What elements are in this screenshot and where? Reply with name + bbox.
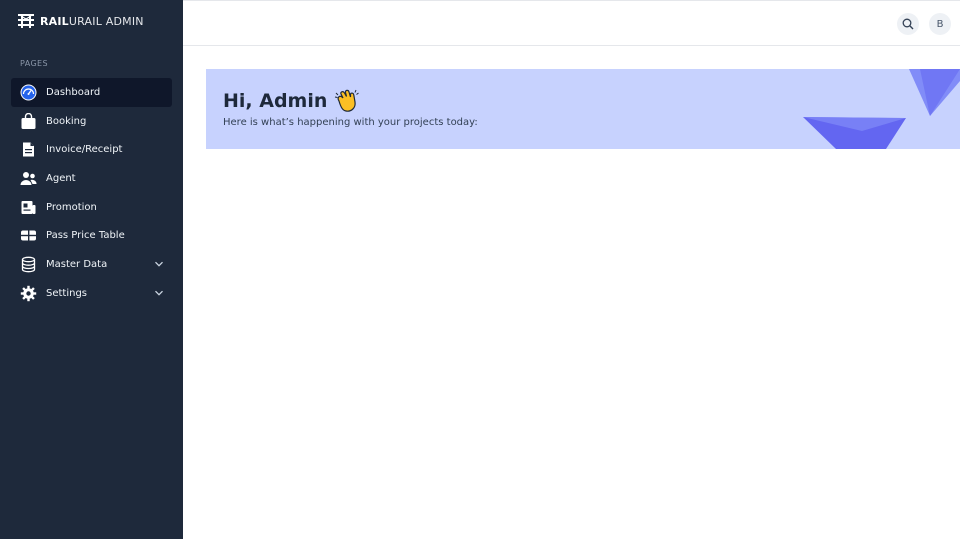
sidebar-item-label: Agent: [46, 172, 76, 184]
sidebar-item-promotion[interactable]: Promotion: [11, 193, 172, 222]
waving-hand-icon: [334, 89, 360, 113]
sidebar: RAILURAIL ADMIN PAGES Dashboard Booking …: [0, 0, 183, 539]
sidebar-item-booking[interactable]: Booking: [11, 107, 172, 136]
section-label-pages: PAGES: [20, 59, 48, 68]
railway-track-icon: [18, 13, 34, 29]
sidebar-item-agent[interactable]: Agent: [11, 164, 172, 193]
search-icon: [902, 15, 914, 34]
sidebar-item-label: Dashboard: [46, 86, 101, 98]
welcome-banner: Hi, Admin Here is what’s happening with …: [206, 69, 960, 149]
sidebar-item-invoice-receipt[interactable]: Invoice/Receipt: [11, 135, 172, 164]
sidebar-item-label: Booking: [46, 115, 87, 127]
users-icon: [20, 170, 37, 187]
sidebar-item-label: Pass Price Table: [46, 230, 125, 242]
sidebar-item-pass-price-table[interactable]: Pass Price Table: [11, 221, 172, 250]
newspaper-icon: [20, 199, 37, 216]
ticket-icon: [20, 227, 37, 244]
sidebar-nav: Dashboard Booking Invoice/Receipt Agent …: [11, 78, 172, 308]
sidebar-item-label: Promotion: [46, 201, 97, 213]
sidebar-item-settings[interactable]: Settings: [11, 279, 172, 308]
sidebar-item-label: Master Data: [46, 258, 108, 270]
sidebar-item-label: Invoice/Receipt: [46, 144, 123, 156]
document-icon: [20, 141, 37, 158]
app-title: RAILURAIL ADMIN: [40, 14, 144, 28]
gauge-icon: [20, 84, 37, 101]
user-avatar-button[interactable]: B: [929, 13, 951, 35]
sidebar-item-label: Settings: [46, 287, 88, 299]
database-icon: [20, 256, 37, 273]
shopping-bag-icon: [20, 112, 37, 130]
greeting-subtitle: Here is what’s happening with your proje…: [223, 117, 478, 128]
chevron-down-icon[interactable]: [154, 259, 164, 269]
chevron-down-icon[interactable]: [154, 288, 164, 298]
sidebar-item-dashboard[interactable]: Dashboard: [11, 78, 172, 107]
greeting-row: Hi, Admin: [223, 89, 360, 113]
brand[interactable]: RAILURAIL ADMIN: [18, 12, 144, 30]
gear-icon: [20, 285, 37, 302]
search-button[interactable]: [897, 13, 919, 35]
avatar-initial: B: [936, 18, 944, 30]
top-bar: B: [183, 0, 960, 46]
greeting-title: Hi, Admin: [223, 90, 328, 112]
sidebar-item-master-data[interactable]: Master Data: [11, 250, 172, 279]
